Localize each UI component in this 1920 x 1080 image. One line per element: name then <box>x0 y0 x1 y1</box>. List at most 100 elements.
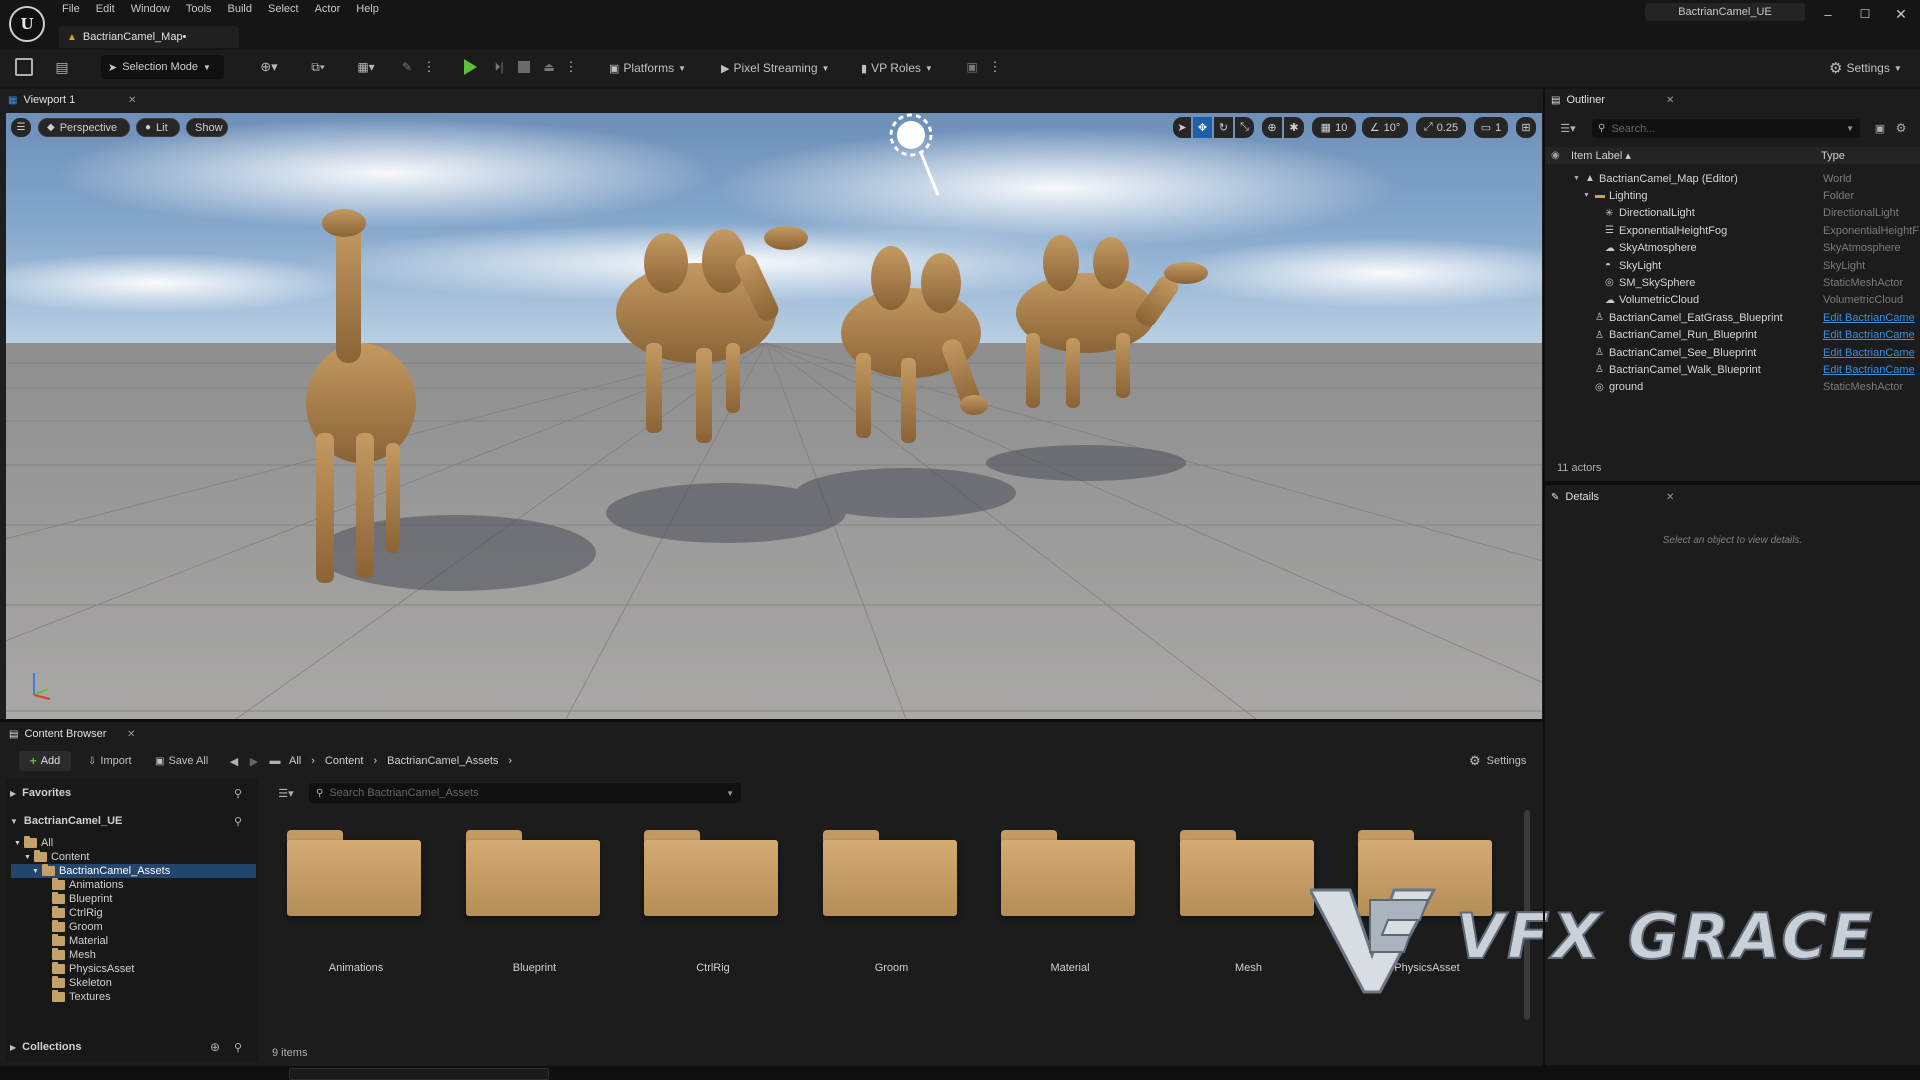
tree-item-folder[interactable]: Material <box>52 934 108 948</box>
rotation-snap-button[interactable]: ∠ 10° <box>1362 117 1408 138</box>
breadcrumb-content[interactable]: Content <box>325 755 364 767</box>
search-icon[interactable]: ⚲ <box>234 815 242 828</box>
search-icon[interactable]: ⚲ <box>234 1041 242 1054</box>
selection-mode-button[interactable]: ➤ Selection Mode ▼ <box>101 55 224 79</box>
menu-tools[interactable]: Tools <box>178 3 220 19</box>
minimize-icon[interactable]: – <box>1818 4 1838 24</box>
unreal-logo-icon[interactable]: U <box>9 6 45 42</box>
folder-tile[interactable]: Material <box>995 826 1135 976</box>
outliner-search-input[interactable]: ⚲ Search... ▼ <box>1592 119 1860 138</box>
menu-file[interactable]: File <box>62 3 88 19</box>
outliner-settings-icon[interactable]: ⚙ <box>1892 119 1910 137</box>
menu-window[interactable]: Window <box>123 3 178 19</box>
step-forward-icon[interactable]: ⏵| <box>490 58 508 76</box>
content-icon[interactable]: ▤ <box>53 58 71 76</box>
asset-search-input[interactable]: ⚲ Search BactrianCamel_Assets ▼ <box>309 783 741 803</box>
breadcrumb-all[interactable]: All <box>289 755 301 767</box>
content-settings-button[interactable]: ⚙ Settings <box>1469 752 1526 770</box>
more-toolbar-icon[interactable]: ⋮ <box>989 58 1002 76</box>
edit-blueprint-link[interactable]: Edit BactrianCame <box>1823 347 1920 359</box>
viewport-canvas[interactable] <box>6 113 1542 719</box>
folder-tile[interactable]: Blueprint <box>460 826 600 976</box>
outliner-row[interactable]: ♙ BactrianCamel_EatGrass_Blueprint Edit Ba… <box>1545 309 1920 326</box>
tree-item-folder[interactable]: Animations <box>52 878 123 892</box>
outliner-row[interactable]: ♙ BactrianCamel_Run_Blueprint Edit Bactria… <box>1545 327 1920 344</box>
folder-tile[interactable]: Groom <box>817 826 957 976</box>
stop-button[interactable] <box>518 61 530 73</box>
blueprint-icon[interactable]: ⧉▾ <box>302 58 334 76</box>
lit-button[interactable]: ● Lit <box>136 118 180 137</box>
scale-snap-button[interactable]: ⤢ 0.25 <box>1416 117 1466 138</box>
tree-item-folder[interactable]: Groom <box>52 920 103 934</box>
cinematics-icon[interactable]: ▦▾ <box>350 58 382 76</box>
save-icon[interactable] <box>15 58 33 76</box>
rotate-tool-icon[interactable]: ↻ <box>1214 117 1233 138</box>
filter-icon[interactable]: ☰▾ <box>1553 119 1583 137</box>
chevron-down-icon[interactable]: ▼ <box>1583 192 1590 199</box>
menu-build[interactable]: Build <box>220 3 260 19</box>
item-label-column[interactable]: Item Label ▴ <box>1571 149 1631 162</box>
viewport-layout-icon[interactable]: ⊞ <box>1516 117 1536 138</box>
grid-snap-button[interactable]: ▦ 10 <box>1312 117 1356 138</box>
viewport-menu-icon[interactable]: ☰ <box>11 118 31 137</box>
type-column[interactable]: Type <box>1821 150 1845 162</box>
tree-item-bactriancamel-assets[interactable]: ▼ BactrianCamel_Assets <box>32 864 170 878</box>
folder-tile[interactable]: Animations <box>281 826 421 976</box>
edit-blueprint-link[interactable]: Edit BactrianCame <box>1823 312 1920 324</box>
play-button[interactable] <box>464 59 477 75</box>
history-forward-icon[interactable]: ▶ <box>246 753 262 769</box>
translate-tool-icon[interactable]: ✥ <box>1193 117 1212 138</box>
scale-tool-icon[interactable]: ⤡ <box>1235 117 1254 138</box>
save-all-button[interactable]: ▣ Save All <box>155 751 208 771</box>
eye-icon[interactable]: ◉ <box>1551 150 1560 161</box>
console-input[interactable] <box>289 1068 549 1080</box>
close-icon[interactable]: ✕ <box>128 95 136 106</box>
outliner-row[interactable]: ▼ ▬ Lighting Folder <box>1545 187 1920 204</box>
tree-item-content[interactable]: ▼ Content <box>24 850 89 864</box>
outliner-row[interactable]: ☁ SkyAtmosphere SkyAtmosphere <box>1545 240 1920 257</box>
history-back-icon[interactable]: ◀ <box>226 753 242 769</box>
surface-snap-icon[interactable]: ✱ <box>1284 117 1304 138</box>
maximize-icon[interactable]: ☐ <box>1855 4 1875 24</box>
outliner-row[interactable]: ◎ SM_SkySphere StaticMeshActor <box>1545 274 1920 291</box>
perspective-button[interactable]: ◆ Perspective <box>38 118 130 137</box>
close-window-icon[interactable]: ✕ <box>1891 4 1911 24</box>
asset-filter-icon[interactable]: ☰▾ <box>272 784 300 802</box>
edit-blueprint-link[interactable]: Edit BactrianCame <box>1823 364 1920 376</box>
menu-edit[interactable]: Edit <box>88 3 123 19</box>
import-button[interactable]: ⇩ Import <box>88 751 132 771</box>
outliner-row[interactable]: ♙ BactrianCamel_Walk_Blueprint Edit Bactri… <box>1545 361 1920 378</box>
select-tool-icon[interactable]: ➤ <box>1173 117 1191 138</box>
camera-speed-button[interactable]: ▭ 1 <box>1474 117 1508 138</box>
breadcrumb-assets[interactable]: BactrianCamel_Assets <box>387 755 498 767</box>
outliner-row[interactable]: ♙ BactrianCamel_See_Blueprint Edit Bactria… <box>1545 344 1920 361</box>
tree-item-folder[interactable]: Blueprint <box>52 892 112 906</box>
vp-roles-button[interactable]: ▮ VP Roles ▼ <box>861 57 933 79</box>
world-space-icon[interactable]: ⊕ <box>1262 117 1282 138</box>
outliner-row[interactable]: ▼ ▲ BactrianCamel_Map (Editor) World <box>1545 170 1920 187</box>
outliner-row[interactable]: ◎ ground StaticMeshActor <box>1545 379 1920 396</box>
tree-item-all[interactable]: ▼ All <box>14 836 53 850</box>
menu-actor[interactable]: Actor <box>307 3 349 19</box>
close-icon[interactable]: ✕ <box>127 729 135 740</box>
content-browser-tab[interactable]: ▤ Content Browser ✕ <box>9 723 139 745</box>
play-options-icon[interactable]: ⋮ <box>565 58 578 76</box>
details-tab[interactable]: ✎ Details ✕ <box>1551 486 1681 508</box>
add-button[interactable]: + Add <box>19 751 71 771</box>
collections-header[interactable]: ▶ Collections ⊕ ⚲ <box>10 1038 254 1056</box>
tree-item-folder[interactable]: PhysicsAsset <box>52 962 134 976</box>
tree-item-folder[interactable]: Textures <box>52 990 111 1004</box>
menu-help[interactable]: Help <box>348 3 387 19</box>
search-icon[interactable]: ⚲ <box>234 787 242 800</box>
tree-item-folder[interactable]: Mesh <box>52 948 96 962</box>
modes-icon[interactable]: ✎ <box>398 58 416 76</box>
tree-item-folder[interactable]: CtrlRig <box>52 906 103 920</box>
folder-tile[interactable]: Mesh <box>1174 826 1314 976</box>
folder-browse-icon[interactable]: ▬ <box>267 753 283 769</box>
close-icon[interactable]: ✕ <box>1666 95 1674 106</box>
add-collection-icon[interactable]: ⊕ <box>210 1040 220 1054</box>
folder-tile[interactable]: CtrlRig <box>638 826 778 976</box>
close-icon[interactable]: ✕ <box>1666 492 1674 503</box>
outliner-row[interactable]: ☁ VolumetricCloud VolumetricCloud <box>1545 292 1920 309</box>
tree-item-folder[interactable]: Skeleton <box>52 976 112 990</box>
